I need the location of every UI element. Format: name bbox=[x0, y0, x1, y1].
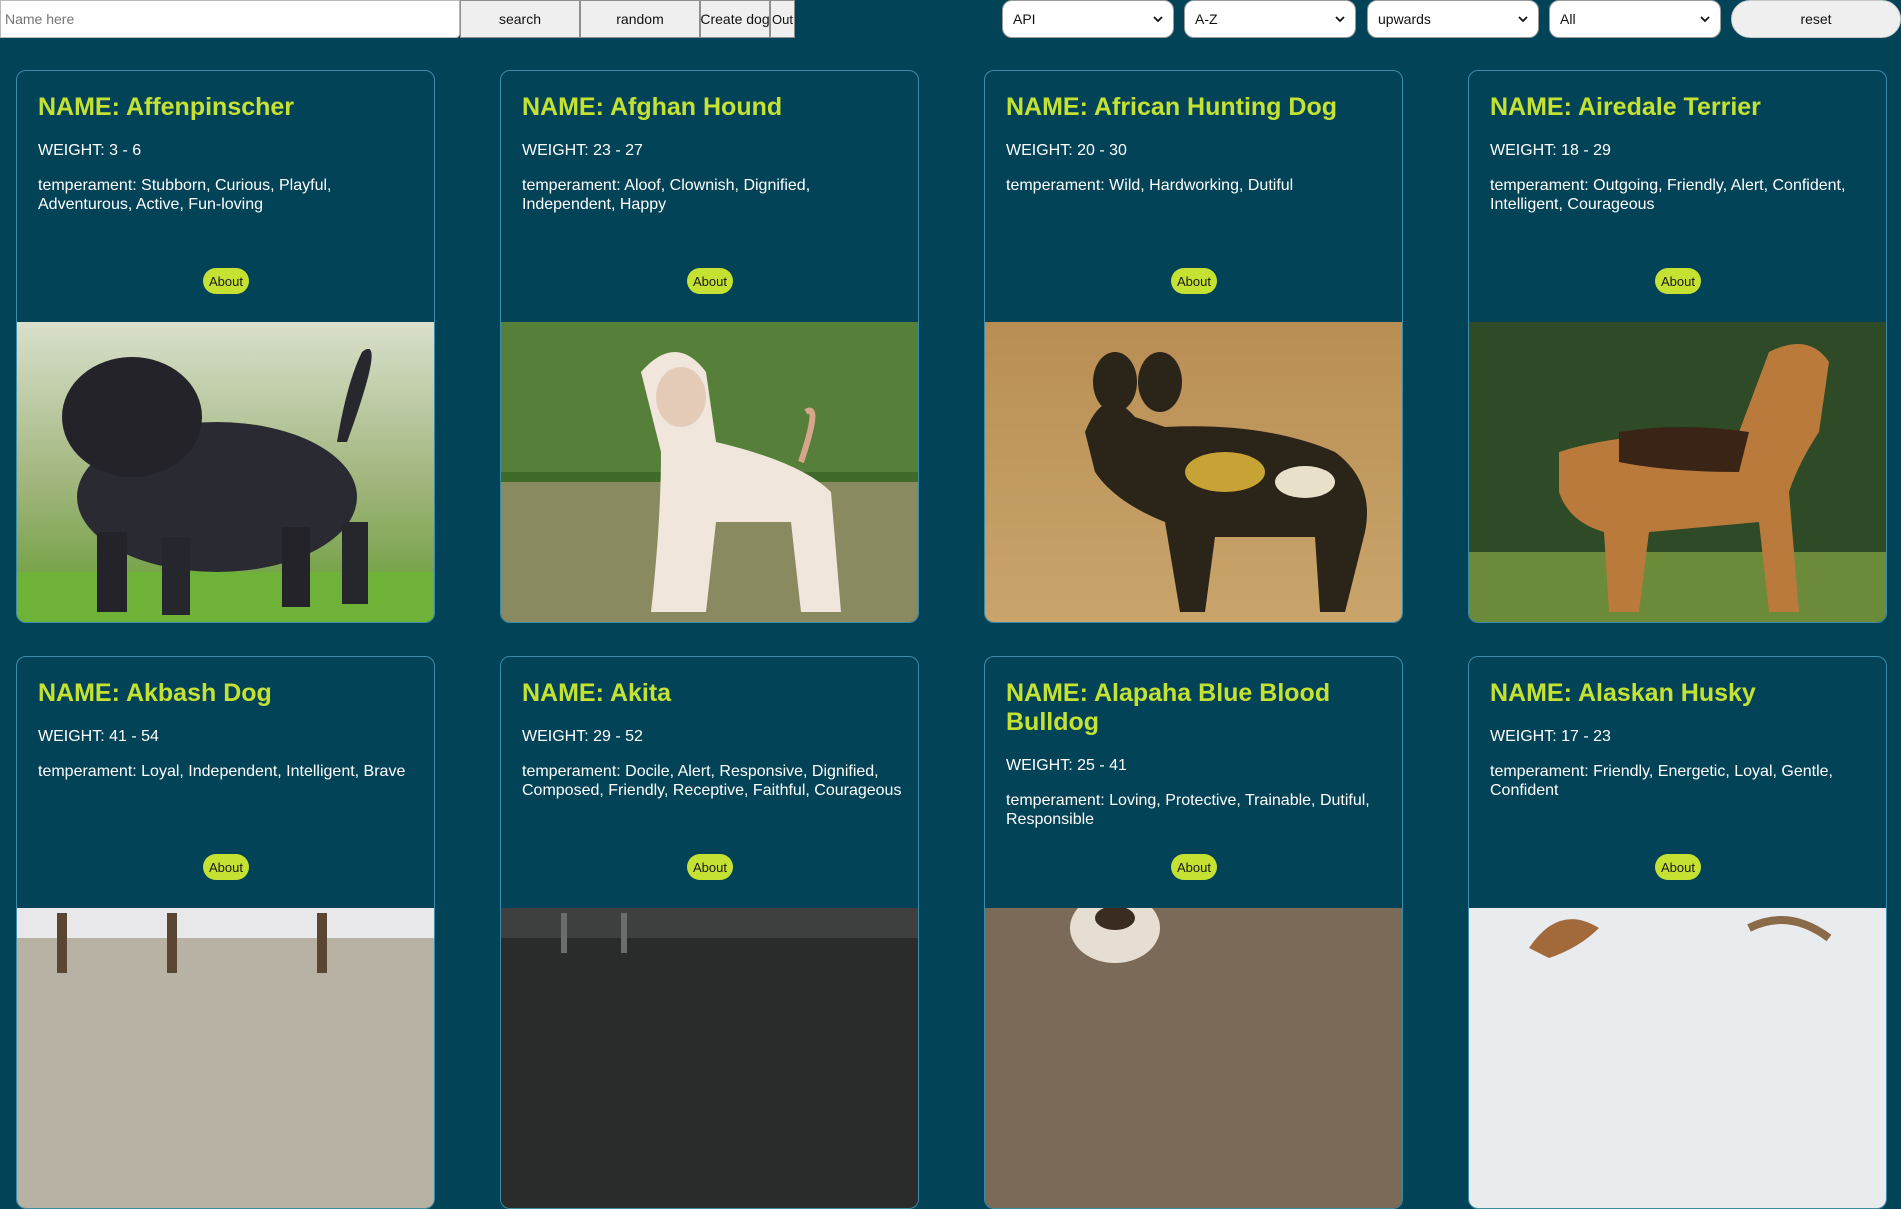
dog-weight: WEIGHT: 20 - 30 bbox=[1006, 142, 1127, 159]
dog-card-akita[interactable]: NAME: Akita WEIGHT: 29 - 52 temperament:… bbox=[500, 656, 919, 1209]
about-button[interactable]: About bbox=[1655, 268, 1701, 294]
dog-temperament: temperament: Loving, Protective, Trainab… bbox=[1006, 792, 1370, 828]
dog-card-akbash-dog[interactable]: NAME: Akbash Dog WEIGHT: 41 - 54 tempera… bbox=[16, 656, 435, 1209]
dog-photo bbox=[1469, 908, 1886, 1208]
dog-card-airedale-terrier[interactable]: NAME: Airedale Terrier WEIGHT: 18 - 29 t… bbox=[1468, 70, 1887, 623]
dog-card-grid: NAME: Affenpinscher WEIGHT: 3 - 6 temper… bbox=[0, 0, 1901, 1209]
dog-photo bbox=[17, 908, 434, 1208]
about-button[interactable]: About bbox=[203, 268, 249, 294]
dog-name: NAME: Alapaha Blue Blood Bulldog bbox=[1006, 679, 1331, 736]
dog-weight: WEIGHT: 23 - 27 bbox=[522, 142, 643, 159]
dog-temperament: temperament: Outgoing, Friendly, Alert, … bbox=[1490, 177, 1846, 213]
dog-weight: WEIGHT: 29 - 52 bbox=[522, 728, 643, 745]
dog-temperament: temperament: Aloof, Clownish, Dignified,… bbox=[522, 177, 811, 213]
dog-photo bbox=[17, 322, 434, 622]
dog-card-african-hunting-dog[interactable]: NAME: African Hunting Dog WEIGHT: 20 - 3… bbox=[984, 70, 1403, 623]
about-button[interactable]: About bbox=[687, 854, 733, 880]
about-button[interactable]: About bbox=[687, 268, 733, 294]
dog-name: NAME: Alaskan Husky bbox=[1490, 679, 1756, 707]
dog-temperament: temperament: Loyal, Independent, Intelli… bbox=[38, 763, 406, 780]
dog-name: NAME: Akbash Dog bbox=[38, 679, 272, 707]
dog-name: NAME: Airedale Terrier bbox=[1490, 93, 1761, 121]
dog-weight: WEIGHT: 25 - 41 bbox=[1006, 757, 1127, 774]
dog-temperament: temperament: Friendly, Energetic, Loyal,… bbox=[1490, 763, 1833, 799]
dog-photo bbox=[985, 908, 1402, 1208]
dog-card-alaskan-husky[interactable]: NAME: Alaskan Husky WEIGHT: 17 - 23 temp… bbox=[1468, 656, 1887, 1209]
dog-temperament: temperament: Docile, Alert, Responsive, … bbox=[522, 763, 902, 799]
dog-weight: WEIGHT: 41 - 54 bbox=[38, 728, 159, 745]
dog-name: NAME: Akita bbox=[522, 679, 672, 707]
dog-photo bbox=[985, 322, 1402, 622]
dog-weight: WEIGHT: 3 - 6 bbox=[38, 142, 142, 159]
about-button[interactable]: About bbox=[1171, 854, 1217, 880]
dog-temperament: temperament: Stubborn, Curious, Playful,… bbox=[38, 177, 332, 213]
dog-temperament: temperament: Wild, Hardworking, Dutiful bbox=[1006, 177, 1294, 194]
about-button[interactable]: About bbox=[203, 854, 249, 880]
about-button[interactable]: About bbox=[1171, 268, 1217, 294]
dog-name: NAME: African Hunting Dog bbox=[1006, 93, 1337, 121]
dog-card-affenpinscher[interactable]: NAME: Affenpinscher WEIGHT: 3 - 6 temper… bbox=[16, 70, 435, 623]
dog-card-afghan-hound[interactable]: NAME: Afghan Hound WEIGHT: 23 - 27 tempe… bbox=[500, 70, 919, 623]
dog-photo bbox=[501, 908, 918, 1208]
dog-photo bbox=[501, 322, 918, 622]
dog-weight: WEIGHT: 17 - 23 bbox=[1490, 728, 1611, 745]
dog-name: NAME: Afghan Hound bbox=[522, 93, 783, 121]
dog-photo bbox=[1469, 322, 1886, 622]
dog-name: NAME: Affenpinscher bbox=[38, 93, 295, 121]
about-button[interactable]: About bbox=[1655, 854, 1701, 880]
dog-card-alapaha-blue-blood-bulldog[interactable]: NAME: Alapaha Blue Blood Bulldog WEIGHT:… bbox=[984, 656, 1403, 1209]
dog-weight: WEIGHT: 18 - 29 bbox=[1490, 142, 1611, 159]
